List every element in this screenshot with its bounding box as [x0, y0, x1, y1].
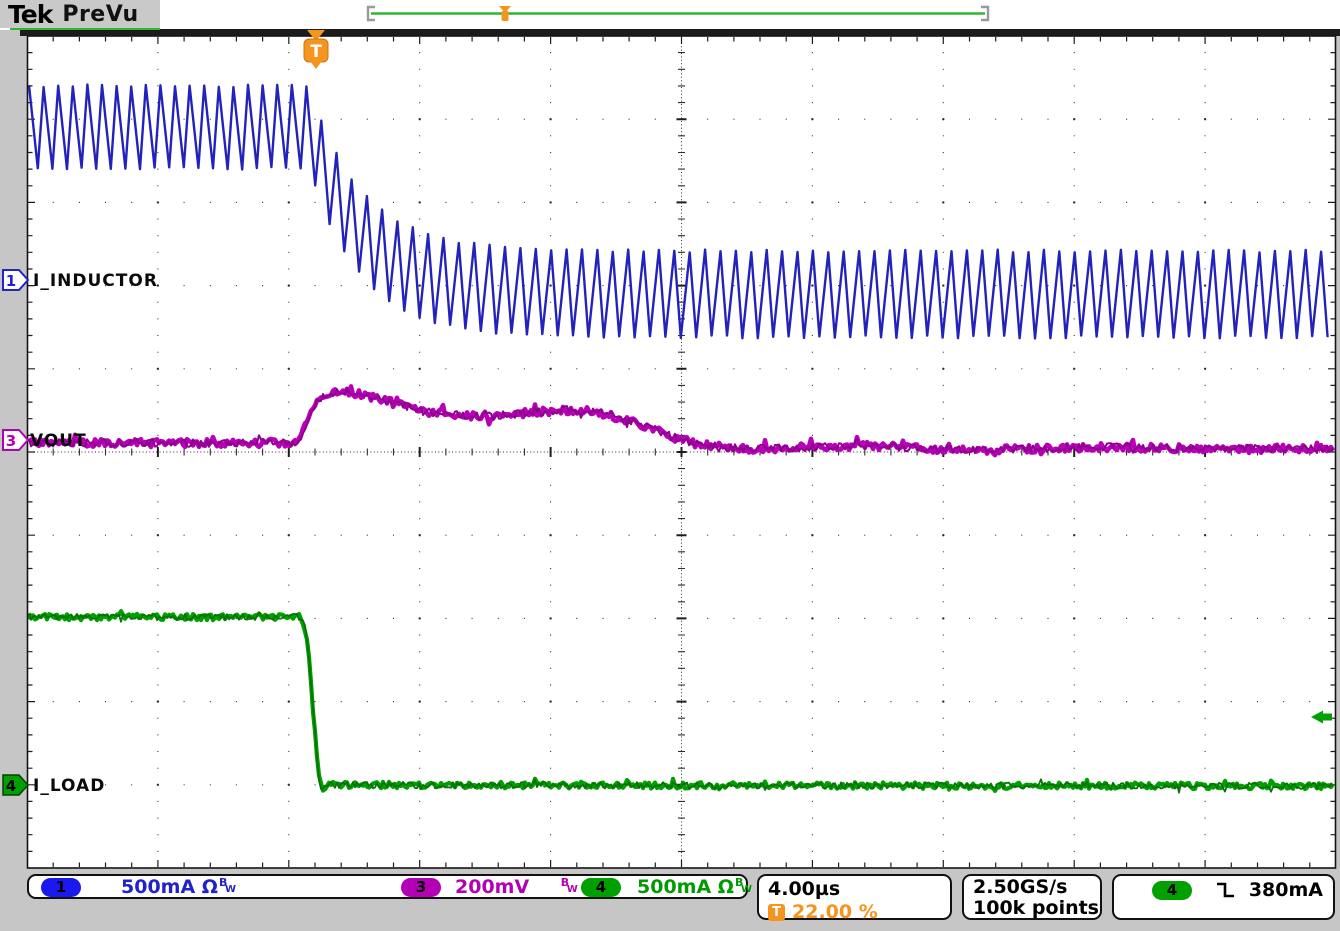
- channel4-scale: 500mA: [637, 876, 711, 898]
- trigger-level-readout: 380mA: [1249, 879, 1323, 901]
- channel4-marker[interactable]: 4: [3, 775, 28, 795]
- timebase-readout-box[interactable]: 4.00µs T 22.00 %: [757, 874, 952, 920]
- trigger-icon: T: [768, 904, 785, 921]
- record-length: 100k points: [973, 898, 1091, 919]
- acquisition-readout-box[interactable]: 2.50GS/s 100k points: [962, 874, 1102, 920]
- channel3-readout[interactable]: 3 200mV BW: [401, 877, 575, 897]
- channel1-scale: 500mA: [121, 876, 195, 898]
- sample-rate: 2.50GS/s: [973, 877, 1091, 898]
- channel1-readout[interactable]: 1 500mA ΩBW: [41, 877, 233, 897]
- channel4-bandwidth-icon: BW: [734, 878, 749, 897]
- acquisition-bar: [368, 6, 988, 21]
- channel3-badge[interactable]: 3: [401, 878, 441, 897]
- graticule-top-bar: [20, 29, 1340, 36]
- trigger-marker-letter: T: [310, 42, 322, 62]
- acquisition-mode-label: PreVu: [62, 2, 138, 27]
- channel1-coupling: Ω: [202, 876, 218, 898]
- channel1-marker[interactable]: 1: [3, 270, 28, 290]
- trigger-position-readout: 22.00 %: [792, 901, 878, 923]
- channel3-scale: 200mV: [455, 876, 529, 898]
- channel1-bandwidth-icon: BW: [218, 878, 233, 897]
- channel3-waveform-label: VOUT: [30, 431, 87, 451]
- channel4-coupling: Ω: [718, 876, 734, 898]
- channel3-marker-number: 3: [6, 432, 16, 450]
- scope-display: T 1 3 4: [0, 0, 1340, 931]
- channel1-waveform-label: I_INDUCTOR: [33, 271, 158, 291]
- falling-edge-slope-icon: [1214, 879, 1240, 901]
- channel4-marker-number: 4: [6, 777, 16, 795]
- trigger-readout-box[interactable]: 4 380mA: [1112, 874, 1335, 920]
- channel4-waveform-label: I_LOAD: [33, 776, 105, 796]
- tek-logo: Tek: [8, 0, 52, 29]
- channel1-marker-number: 1: [6, 272, 16, 290]
- channel-readouts-box: 1 500mA ΩBW 3 200mV BW 4 500mA ΩBW: [27, 874, 748, 899]
- channel1-badge[interactable]: 1: [41, 878, 81, 897]
- logo-band: Tek PreVu: [0, 0, 160, 28]
- timebase-scale: 4.00µs: [768, 878, 941, 900]
- trigger-source-badge: 4: [1152, 881, 1192, 900]
- logo-band-underline: [10, 28, 160, 30]
- channel4-readout[interactable]: 4 500mA ΩBW: [581, 877, 749, 897]
- oscilloscope-screen: { "header": {"logo": "Tek", "mode": "Pre…: [0, 0, 1340, 931]
- channel3-marker[interactable]: 3: [3, 430, 28, 450]
- channel3-bandwidth-icon: BW: [560, 878, 575, 897]
- channel4-badge[interactable]: 4: [581, 878, 621, 897]
